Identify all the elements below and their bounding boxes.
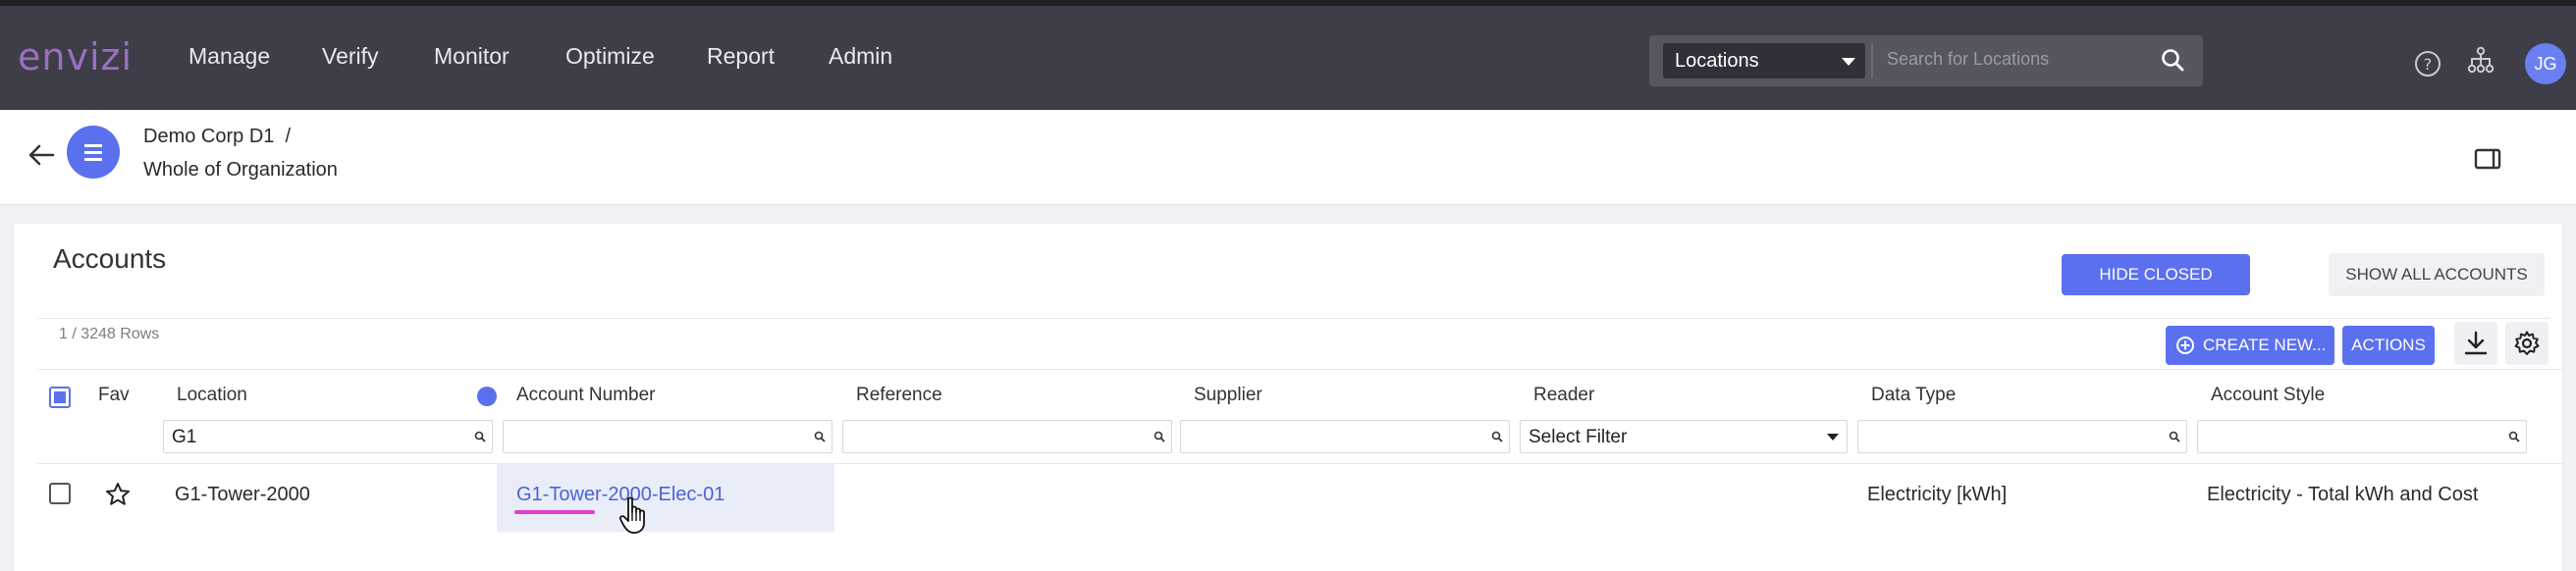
select-all-checkbox[interactable] [49,387,71,408]
show-all-accounts-button[interactable]: SHOW ALL ACCOUNTS [2329,253,2545,296]
location-search-input[interactable]: Search for Locations [1887,49,2049,70]
column-header-location[interactable]: Location [177,385,247,406]
side-panel-icon[interactable] [2474,147,2503,171]
nav-monitor[interactable]: Monitor [434,43,510,70]
location-search-box: Locations Search for Locations [1649,35,2203,86]
org-hierarchy-icon[interactable] [2466,45,2496,75]
star-icon[interactable] [104,481,132,508]
column-header-account-style[interactable]: Account Style [2211,385,2325,406]
search-icon [2508,431,2520,442]
column-header-supplier[interactable]: Supplier [1194,385,1262,406]
table-settings-button[interactable] [2505,322,2549,365]
column-header-fav[interactable]: Fav [98,385,130,406]
column-header-reference[interactable]: Reference [856,385,942,406]
menu-line [84,158,102,161]
breadcrumb-org[interactable]: Demo Corp D1 / [143,126,291,148]
envizi-logo[interactable]: envizi [18,35,133,78]
user-avatar[interactable]: JG [2525,43,2566,84]
download-button[interactable] [2454,322,2497,365]
nav-manage[interactable]: Manage [188,43,270,70]
divider [1871,43,1873,78]
divider [37,463,2562,464]
column-header-reader[interactable]: Reader [1533,385,1594,406]
column-header-account-number[interactable]: Account Number [516,385,656,406]
column-header-data-type[interactable]: Data Type [1871,385,1956,406]
cell-location: G1-Tower-2000 [175,484,310,505]
supplier-filter-input[interactable] [1180,420,1510,453]
divider [37,318,2550,319]
status-dot-icon[interactable] [477,387,497,406]
hierarchy-menu-button[interactable] [67,126,120,179]
nav-report[interactable]: Report [707,43,775,70]
location-type-value: Locations [1675,50,1759,72]
search-icon [814,431,826,442]
nav-optimize[interactable]: Optimize [565,43,655,70]
nav-verify[interactable]: Verify [322,43,379,70]
help-icon[interactable]: ? [2413,49,2442,78]
rows-count: 1 / 3248 Rows [59,326,160,342]
account-style-filter-input[interactable] [2197,420,2527,453]
plus-circle-icon [2176,337,2194,354]
cell-account-style: Electricity - Total kWh and Cost [2207,484,2479,505]
create-new-button[interactable]: CREATE NEW... [2166,326,2334,365]
reference-filter-input[interactable] [842,420,1172,453]
search-icon[interactable] [2160,47,2185,73]
nav-admin[interactable]: Admin [829,43,892,70]
chevron-down-icon [1827,434,1839,441]
hide-closed-accounts-button[interactable]: HIDE CLOSED ACCOUNTS [2062,254,2250,325]
breadcrumb-bar: Demo Corp D1 / Whole of Organization [0,110,2576,205]
search-icon [1154,431,1165,442]
location-type-select[interactable]: Locations [1663,43,1865,78]
location-filter-input[interactable]: G1 [163,420,493,453]
actions-button[interactable]: ACTIONS [2342,326,2435,365]
menu-line [84,144,102,147]
account-number-filter-input[interactable] [503,420,832,453]
search-icon [1491,431,1503,442]
search-icon [2169,431,2180,442]
download-icon [2464,331,2488,355]
menu-line [84,151,102,154]
search-icon [474,431,486,442]
svg-text:?: ? [2424,55,2433,74]
data-type-filter-input[interactable] [1857,420,2187,453]
row-checkbox[interactable] [49,483,71,504]
divider [37,369,2562,370]
hand-cursor-icon [618,496,645,534]
accounts-card: Accounts HIDE CLOSED ACCOUNTS SHOW ALL A… [14,224,2562,571]
cell-data-type: Electricity [kWh] [1867,484,2008,505]
reader-filter-select[interactable]: Select Filter [1520,420,1848,453]
chevron-down-icon [1842,58,1855,66]
page-title: Accounts [53,243,167,274]
highlight-underline [514,510,595,514]
top-navigation-bar: envizi Manage Verify Monitor Optimize Re… [0,0,2576,110]
breadcrumb-location[interactable]: Whole of Organization [143,159,338,182]
gear-icon [2514,331,2540,355]
back-arrow-icon[interactable] [26,139,57,171]
